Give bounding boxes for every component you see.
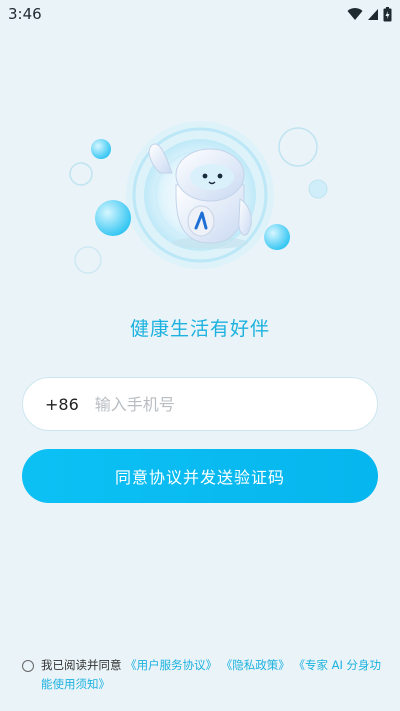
user-service-agreement-link[interactable]: 《用户服务协议》: [125, 658, 217, 672]
agreement-text: 我已阅读并同意 《用户服务协议》 《隐私政策》 《专家 AI 分身功能使用须知》: [41, 656, 382, 694]
bubble-outline-left: [69, 162, 93, 186]
phone-input-box[interactable]: +86: [22, 377, 378, 431]
cellular-signal-icon: [368, 8, 378, 20]
send-verification-code-button[interactable]: 同意协议并发送验证码: [22, 449, 378, 503]
agreement-prefix: 我已阅读并同意: [41, 658, 122, 672]
bubble-outline-bottom: [74, 246, 102, 274]
bubble-small-left: [91, 139, 111, 159]
status-icons: [347, 6, 392, 22]
slogan: 健康生活有好伴: [129, 318, 270, 340]
phone-number-input[interactable]: [92, 393, 337, 415]
status-bar: 3:46: [0, 0, 400, 28]
country-code[interactable]: +86: [45, 395, 79, 414]
bubble-right: [264, 224, 290, 250]
bubble-small-right: [308, 179, 328, 199]
battery-charging-icon: [383, 6, 392, 21]
status-time: 3:46: [8, 5, 42, 23]
agreement-row: 我已阅读并同意 《用户服务协议》 《隐私政策》 《专家 AI 分身功能使用须知》: [22, 656, 382, 694]
wifi-icon: [347, 8, 363, 20]
agreement-checkbox[interactable]: [22, 660, 34, 672]
robot-mascot-illustration: [69, 121, 328, 274]
bubble-outline-right: [278, 127, 318, 167]
privacy-policy-link[interactable]: 《隐私政策》: [221, 658, 290, 672]
bubble-large-left: [95, 200, 131, 236]
